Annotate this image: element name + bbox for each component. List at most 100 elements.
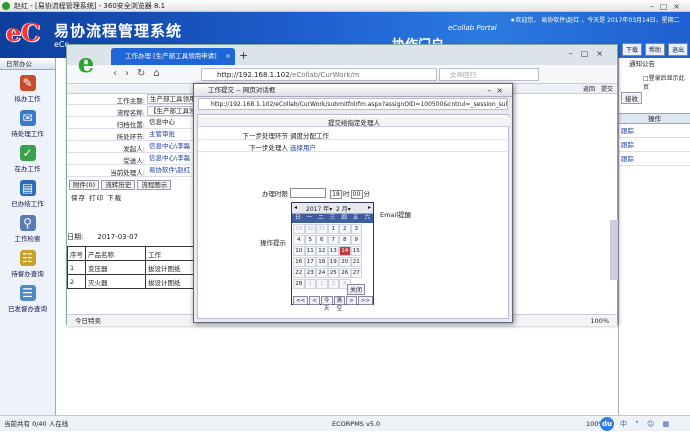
cal-day[interactable]: 15 bbox=[350, 246, 362, 256]
prev-month-icon[interactable]: ◂ bbox=[294, 204, 297, 211]
ie-logo-icon: e bbox=[77, 49, 95, 79]
help-button[interactable]: 帮助 bbox=[644, 43, 665, 56]
cal-day[interactable]: 23 bbox=[304, 268, 316, 278]
left-nav: 日常办公 ✎ 拟办工作 ✉ 待处理工作 ✓ 在办工作 ▤ 已办结工作 ⚲ 工作检索 ☷ 待督… bbox=[0, 58, 56, 415]
du-icon[interactable]: du bbox=[600, 417, 614, 431]
back-button[interactable]: 返回 bbox=[583, 86, 595, 93]
month-select[interactable]: 2 月▾ bbox=[336, 204, 351, 213]
cal-day[interactable]: 8 bbox=[339, 235, 351, 245]
cal-day[interactable]: 3 bbox=[327, 279, 339, 289]
prev-month-button[interactable]: < bbox=[309, 296, 320, 305]
cal-day[interactable]: 21 bbox=[350, 257, 362, 267]
nav-item-sent-supervise[interactable]: ☰ 已发督办查询 bbox=[0, 285, 55, 315]
cal-day[interactable]: 1 bbox=[327, 224, 339, 234]
year-select[interactable]: 2017 年▾ bbox=[306, 204, 332, 213]
zoom-level[interactable]: 100% bbox=[590, 315, 609, 327]
next-step-row: 下一步处理环节 调度分配工作 bbox=[198, 129, 510, 140]
prev-year-button[interactable]: << bbox=[293, 296, 309, 305]
nav-buttons[interactable]: ‹›↻⌂ bbox=[113, 68, 168, 79]
next-step-select[interactable]: 调度分配工作 bbox=[290, 130, 329, 140]
window-controls[interactable]: –▢× bbox=[569, 49, 611, 58]
pending-icon: ✉ bbox=[19, 110, 36, 126]
flowchart-button[interactable]: 流程图示 bbox=[137, 180, 172, 190]
cal-close-button[interactable]: 关闭 bbox=[347, 284, 366, 295]
form-row-subject: 工作主题: 生产部工具领用 bbox=[67, 94, 207, 105]
cal-day[interactable]: 20 bbox=[339, 257, 351, 267]
history-button[interactable]: 流转历史 bbox=[101, 180, 136, 190]
nav-header[interactable]: 日常办公 bbox=[0, 58, 55, 70]
cal-day[interactable]: 12 bbox=[316, 246, 328, 256]
tray-icons[interactable]: 中 ° ☺ ▦ bbox=[620, 416, 672, 432]
clear-button[interactable]: 清空 bbox=[333, 296, 346, 312]
header-buttons: 下载 帮助 退出 bbox=[621, 43, 688, 56]
op-tip-label: 操作提示 bbox=[260, 239, 286, 247]
cal-day[interactable]: 5 bbox=[304, 235, 316, 245]
cal-day[interactable]: 1 bbox=[304, 279, 316, 289]
select-user-link[interactable]: 选择用户 bbox=[290, 142, 316, 152]
cal-day[interactable]: 7 bbox=[327, 235, 339, 245]
track-link[interactable]: 跟踪 bbox=[619, 124, 690, 138]
cal-day[interactable]: 11 bbox=[304, 246, 316, 256]
nav-item-inprogress[interactable]: ✓ 在办工作 bbox=[0, 145, 55, 175]
download-button[interactable]: 下载 bbox=[621, 43, 642, 56]
next-year-button[interactable]: >> bbox=[357, 296, 373, 305]
submit-button[interactable]: 提交 bbox=[601, 86, 613, 93]
nav-item-search[interactable]: ⚲ 工作检索 bbox=[0, 215, 55, 245]
deadline-date-input[interactable] bbox=[290, 188, 326, 198]
cal-day[interactable]: 16 bbox=[293, 257, 305, 267]
cal-day[interactable]: 2 bbox=[339, 224, 351, 234]
cal-day[interactable]: 29 bbox=[293, 224, 305, 234]
attachments-button[interactable]: 附件(0) bbox=[69, 180, 100, 190]
today-button[interactable]: 今天 bbox=[320, 296, 333, 312]
cal-day[interactable]: 3 bbox=[350, 224, 362, 234]
cal-day[interactable]: 13 bbox=[327, 246, 339, 256]
op-header: 操作 bbox=[619, 113, 690, 124]
next-month-button[interactable]: > bbox=[346, 296, 357, 305]
search-input[interactable]: 女神回归 bbox=[439, 68, 539, 81]
cal-day[interactable]: 17 bbox=[304, 257, 316, 267]
cal-day[interactable]: 19 bbox=[327, 257, 339, 267]
deadline-time: 18 时 00 分 bbox=[329, 188, 370, 199]
scrollbar[interactable] bbox=[610, 220, 618, 280]
track-link[interactable]: 跟踪 bbox=[619, 152, 690, 166]
nav-item-pending[interactable]: ✉ 待处理工作 bbox=[0, 110, 55, 140]
exit-button[interactable]: 退出 bbox=[667, 43, 688, 56]
status-left[interactable]: 今日特卖 bbox=[75, 315, 101, 327]
cal-day[interactable]: 9 bbox=[350, 235, 362, 245]
cal-day[interactable]: 2 bbox=[316, 279, 328, 289]
cal-day[interactable]: 18 bbox=[316, 257, 328, 267]
new-tab-icon[interactable]: + bbox=[239, 49, 248, 62]
hour-input[interactable]: 18 bbox=[330, 190, 342, 199]
dialog-close-icon[interactable]: –× bbox=[487, 84, 508, 97]
cal-day[interactable]: 24 bbox=[316, 268, 328, 278]
cal-day[interactable]: 26 bbox=[339, 268, 351, 278]
cal-day[interactable]: 30 bbox=[304, 224, 316, 234]
close-icon[interactable]: × bbox=[226, 48, 231, 65]
next-month-icon[interactable]: ▸ bbox=[368, 204, 371, 211]
cal-day[interactable]: 10 bbox=[293, 246, 305, 256]
cal-day[interactable]: 6 bbox=[316, 235, 328, 245]
nav-item-done[interactable]: ▤ 已办结工作 bbox=[0, 180, 55, 210]
minute-input[interactable]: 00 bbox=[350, 190, 363, 199]
track-link[interactable]: 跟踪 bbox=[619, 138, 690, 152]
show-on-login-checkbox[interactable]: □登录后显示此页 bbox=[619, 73, 690, 91]
url-input[interactable]: http://192.168.1.102/eCollab/CurWork/m bbox=[201, 68, 437, 81]
cal-day[interactable]: 31 bbox=[316, 224, 328, 234]
nav-item-draft[interactable]: ✎ 拟办工作 bbox=[0, 75, 55, 105]
table-row: 1 变压器 拔设计图纸 bbox=[67, 260, 196, 275]
notice-link[interactable]: 通知公告 bbox=[619, 58, 690, 70]
right-panel: 通知公告 □登录后显示此页 接收 操作 跟踪 跟踪 跟踪 bbox=[618, 58, 690, 415]
nav-item-supervise[interactable]: ☷ 待督办查询 bbox=[0, 250, 55, 280]
dialog-body: 提交给指定处理人 下一步处理环节 调度分配工作 下一步处理人 选择用户 办理时限 1… bbox=[197, 114, 510, 319]
email-reminder[interactable]: Email提醒 bbox=[380, 209, 411, 219]
address-bar: ‹›↻⌂ http://192.168.1.102/eCollab/CurWor… bbox=[67, 65, 617, 84]
tab-work[interactable]: 工作办理 [生产部工具领用申请] × bbox=[111, 48, 235, 65]
receive-button[interactable]: 接收 bbox=[621, 92, 642, 104]
cal-day[interactable]: 28 bbox=[293, 279, 305, 289]
cal-day[interactable]: 14 bbox=[339, 246, 351, 256]
cal-day[interactable]: 27 bbox=[350, 268, 362, 278]
cal-day[interactable]: 4 bbox=[293, 235, 305, 245]
cal-day[interactable]: 25 bbox=[327, 268, 339, 278]
cal-day[interactable]: 22 bbox=[293, 268, 305, 278]
portal-en: eCollab Portal bbox=[448, 24, 497, 32]
